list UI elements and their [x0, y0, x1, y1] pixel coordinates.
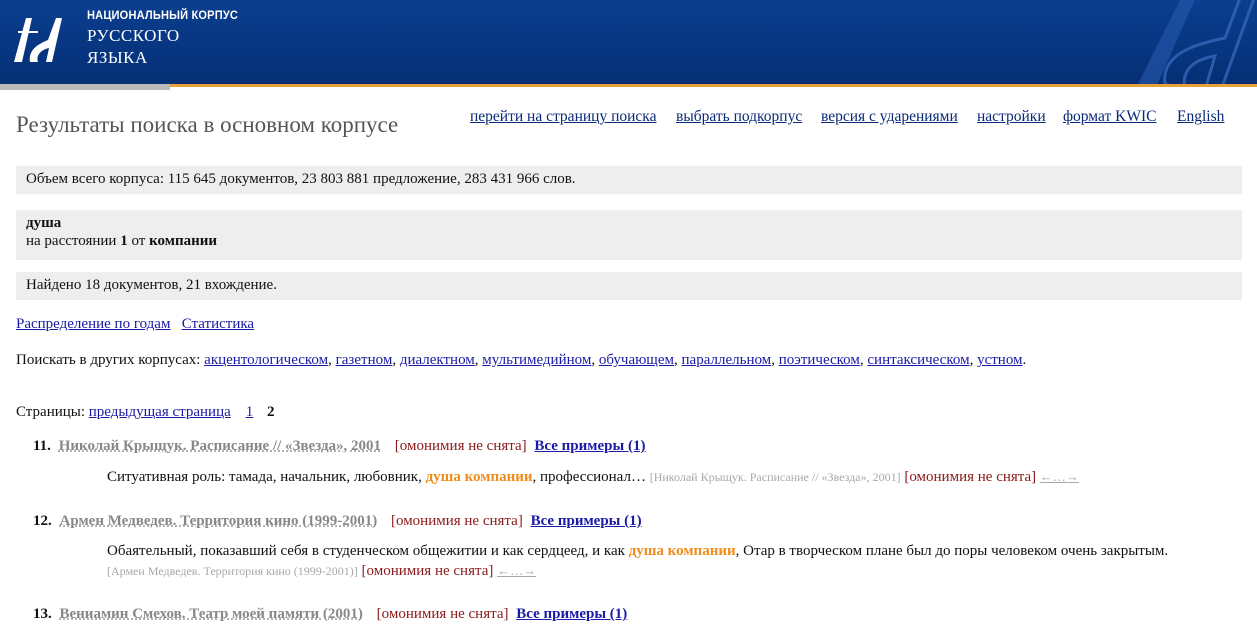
all-examples-link[interactable]: Все примеры (1) [531, 513, 642, 529]
corpus-size-text: Объем всего корпуса: 115 645 документов,… [26, 171, 576, 187]
watermark-logo-icon [1138, 0, 1255, 84]
result-header: 13. Вениамин Смехов. Театр моей памяти (… [33, 606, 627, 623]
all-examples-link[interactable]: Все примеры (1) [516, 606, 627, 622]
corpus-link-dialect[interactable]: диалектном [400, 352, 475, 368]
query-word: душа [26, 215, 62, 231]
found-box: Найдено 18 документов, 21 вхождение. [16, 272, 1242, 300]
all-examples-link[interactable]: Все примеры (1) [534, 438, 645, 454]
logo-text-line3: ЯЗЫКА [87, 48, 148, 67]
distance-prefix: на расстоянии [26, 233, 117, 249]
snippet-after: , Отар в творческом плане был до поры че… [735, 543, 1169, 559]
corpus-link-poetic[interactable]: поэтическом [779, 352, 860, 368]
logo-text-line1: НАЦИОНАЛЬНЫЙ КОРПУС [87, 8, 239, 22]
query-distance: на расстоянии 1 от компании [26, 233, 217, 250]
snippet-source: [Николай Крыщук. Расписание // «Звезда»,… [649, 470, 901, 484]
corpus-link-educational[interactable]: обучающем [599, 352, 674, 368]
result-number: 13. [33, 606, 52, 622]
distance-mid: от [131, 233, 146, 249]
current-page: 2 [267, 404, 275, 420]
pages-label: Страницы: [16, 404, 86, 420]
stats-links: Распределение по годам Статистика [16, 316, 254, 333]
distance-value: 1 [120, 233, 128, 249]
snippet-homonymy-label: [омонимия не снята] [361, 563, 494, 579]
snippet-source: [Армен Медведев. Территория кино (1999-2… [107, 564, 358, 578]
corpus-link-syntactic[interactable]: синтаксическом [867, 352, 969, 368]
result-snippet: Ситуативная роль: тамада, начальник, люб… [107, 467, 1187, 487]
corpus-link-newspaper[interactable]: газетном [336, 352, 393, 368]
header-accent-stripe [0, 84, 1257, 87]
header-grey-stripe [0, 84, 170, 90]
found-text: Найдено 18 документов, 21 вхождение. [26, 277, 277, 293]
nav-english-link[interactable]: English [1177, 108, 1224, 126]
result-header: 11. Николай Крыщук. Расписание // «Звезд… [33, 438, 645, 455]
logo-text-line2: РУССКОГО [87, 26, 180, 45]
result-number: 11. [33, 438, 51, 454]
result-snippet: Обаятельный, показавший себя в студенчес… [107, 542, 1187, 581]
other-corpora-end: . [1022, 352, 1027, 368]
other-corpora-label: Поискать в других корпусах: [16, 352, 201, 368]
homonymy-label: [омонимия не снята] [394, 438, 527, 454]
result-title-link[interactable]: Вениамин Смехов. Театр моей памяти (2001… [60, 606, 363, 622]
statistics-link[interactable]: Статистика [182, 316, 254, 332]
result-title-link[interactable]: Армен Медведев. Территория кино (1999-20… [60, 513, 378, 529]
nav-subcorpus-link[interactable]: выбрать подкорпус [676, 108, 802, 126]
corpus-link-accent[interactable]: акцентологическом [204, 352, 328, 368]
corpus-size-box: Объем всего корпуса: 115 645 документов,… [16, 166, 1242, 194]
homonymy-label: [омонимия не снята] [376, 606, 509, 622]
snippet-before: Обаятельный, показавший себя в студенчес… [107, 543, 629, 559]
corpus-link-spoken[interactable]: устном [977, 352, 1022, 368]
prev-page-link[interactable]: предыдущая страница [89, 404, 231, 420]
year-distribution-link[interactable]: Распределение по годам [16, 316, 170, 332]
expand-context-link[interactable]: ←…→ [1040, 469, 1079, 484]
snippet-before: Ситуативная роль: тамада, начальник, люб… [107, 469, 426, 485]
snippet-homonymy-label: [омонимия не снята] [904, 469, 1037, 485]
result-header: 12. Армен Медведев. Территория кино (199… [33, 513, 642, 530]
other-corpora: Поискать в других корпусах: акцентологич… [16, 352, 1027, 368]
result-number: 12. [33, 513, 52, 529]
nav-settings-link[interactable]: настройки [977, 108, 1046, 126]
snippet-hit: душа компании [425, 469, 533, 485]
corpus-link-parallel[interactable]: параллельном [682, 352, 772, 368]
distance-word: компании [149, 233, 218, 249]
pagination: Страницы: предыдущая страница 1 2 [16, 404, 275, 421]
nav-kwic-link[interactable]: формат KWIC [1063, 108, 1156, 126]
nav-accent-version-link[interactable]: версия с ударениями [821, 108, 958, 126]
expand-context-link[interactable]: ←…→ [497, 563, 536, 578]
nav-search-page-link[interactable]: перейти на страницу поиска [470, 108, 656, 126]
homonymy-label: [омонимия не снята] [390, 513, 523, 529]
query-box: душа на расстоянии 1 от компании [16, 210, 1242, 260]
page-1-link[interactable]: 1 [246, 404, 254, 420]
snippet-after: , профессионал… [532, 469, 650, 485]
site-header: НАЦИОНАЛЬНЫЙ КОРПУС РУССКОГО ЯЗЫКА [0, 0, 1257, 84]
snippet-hit: душа компании [628, 543, 736, 559]
result-title-link[interactable]: Николай Крыщук. Расписание // «Звезда», … [59, 438, 381, 454]
page-title: Результаты поиска в основном корпусе [16, 112, 399, 137]
corpus-link-multimedia[interactable]: мультимедийном [482, 352, 591, 368]
logo-icon[interactable] [8, 10, 70, 72]
